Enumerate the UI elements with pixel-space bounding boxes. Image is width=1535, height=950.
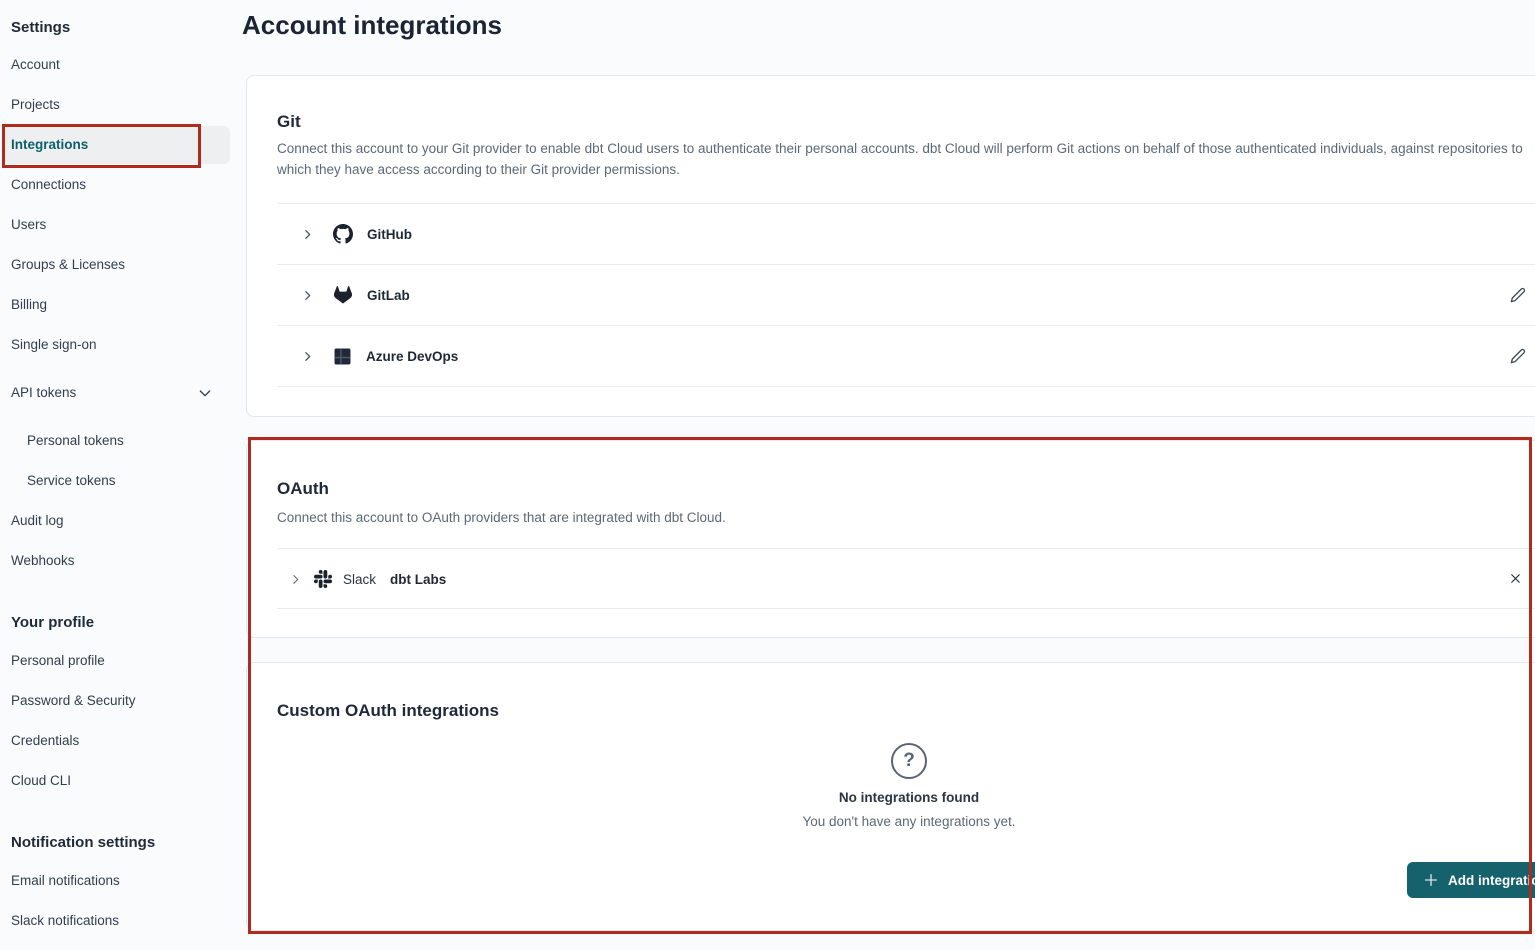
chevron-right-icon [301, 228, 314, 241]
empty-state-title: No integrations found [247, 790, 1535, 805]
provider-row-azure-devops[interactable]: Azure DevOps [247, 326, 1535, 386]
empty-state: ? No integrations found You don't have a… [247, 743, 1535, 829]
question-mark-icon: ? [891, 743, 927, 779]
sidebar-item-billing[interactable]: Billing [11, 295, 47, 315]
sidebar-item-cloud-cli[interactable]: Cloud CLI [11, 771, 71, 791]
sidebar-item-personal-profile[interactable]: Personal profile [11, 651, 105, 671]
oauth-section-card: OAuth Connect this account to OAuth prov… [246, 440, 1535, 638]
sidebar-item-password-security[interactable]: Password & Security [11, 691, 136, 711]
close-x-icon[interactable] [1508, 571, 1523, 586]
sidebar-item-groups-licenses[interactable]: Groups & Licenses [11, 255, 125, 275]
slack-icon [314, 570, 332, 588]
oauth-section-description: Connect this account to OAuth providers … [277, 507, 1535, 528]
sidebar-item-webhooks[interactable]: Webhooks [11, 551, 75, 571]
add-integration-button[interactable]: Add integration [1407, 862, 1535, 898]
provider-name: GitLab [367, 288, 410, 303]
git-section-title: Git [277, 110, 301, 134]
oauth-section-title: OAuth [277, 477, 329, 501]
sidebar-item-single-sign-on[interactable]: Single sign-on [11, 335, 97, 355]
provider-name: Azure DevOps [366, 349, 458, 364]
custom-oauth-section-card: Custom OAuth integrations ? No integrati… [246, 662, 1535, 931]
divider [277, 608, 1535, 609]
sidebar-item-users[interactable]: Users [11, 215, 46, 235]
sidebar-item-audit-log[interactable]: Audit log [11, 511, 64, 531]
provider-org-name: dbt Labs [390, 572, 446, 587]
github-icon [333, 224, 353, 244]
provider-row-gitlab[interactable]: GitLab [247, 265, 1535, 325]
sidebar-item-service-tokens[interactable]: Service tokens [27, 471, 116, 491]
add-integration-label: Add integration [1448, 873, 1535, 888]
custom-oauth-section-title: Custom OAuth integrations [277, 699, 499, 723]
provider-row-github[interactable]: GitHub [247, 204, 1535, 264]
chevron-right-icon [301, 289, 314, 302]
sidebar-item-personal-tokens[interactable]: Personal tokens [27, 431, 124, 451]
sidebar-heading-your-profile: Your profile [11, 613, 94, 633]
sidebar-heading-settings: Settings [11, 18, 70, 38]
azure-devops-icon [334, 348, 351, 365]
edit-pencil-icon[interactable] [1510, 348, 1526, 364]
gitlab-icon [334, 286, 352, 304]
chevron-right-icon [289, 573, 302, 586]
sidebar-item-slack-notifications[interactable]: Slack notifications [11, 911, 119, 931]
settings-sidebar: Settings Account Projects Integrations C… [0, 0, 246, 950]
sidebar-item-credentials[interactable]: Credentials [11, 731, 79, 751]
sidebar-item-email-notifications[interactable]: Email notifications [11, 871, 120, 891]
sidebar-item-integrations[interactable]: Integrations [11, 135, 88, 155]
page-title: Account integrations [242, 10, 502, 41]
provider-name: Slack [343, 572, 376, 587]
sidebar-item-api-tokens[interactable]: API tokens [11, 383, 76, 403]
sidebar-item-projects[interactable]: Projects [11, 95, 60, 115]
divider [277, 386, 1535, 387]
edit-pencil-icon[interactable] [1510, 287, 1526, 303]
provider-name: GitHub [367, 227, 412, 242]
empty-state-subtitle: You don't have any integrations yet. [247, 814, 1535, 829]
sidebar-item-account[interactable]: Account [11, 55, 60, 75]
git-section-card: Git Connect this account to your Git pro… [246, 75, 1535, 417]
sidebar-heading-notification-settings: Notification settings [11, 833, 155, 853]
plus-icon [1423, 872, 1439, 888]
chevron-right-icon [301, 350, 314, 363]
git-section-description: Connect this account to your Git provide… [277, 138, 1535, 180]
provider-row-slack[interactable]: Slack dbt Labs [247, 549, 1535, 609]
chevron-down-icon[interactable] [197, 385, 213, 401]
sidebar-item-connections[interactable]: Connections [11, 175, 86, 195]
